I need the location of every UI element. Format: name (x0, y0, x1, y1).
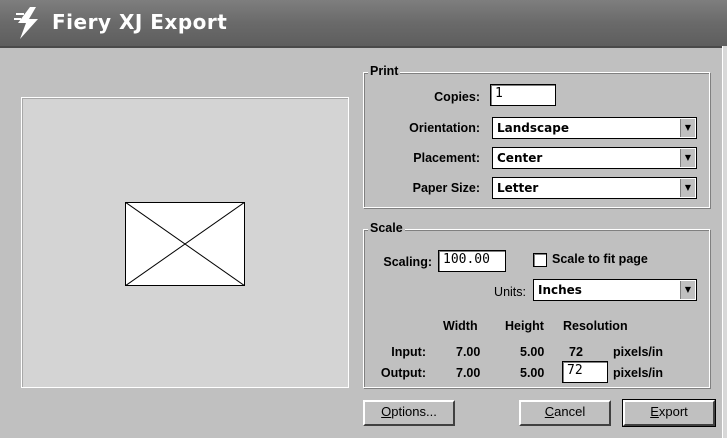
export-button[interactable]: Export (622, 399, 716, 427)
output-resolution-unit: pixels/in (613, 366, 664, 380)
units-value: Inches (538, 283, 582, 297)
output-width: 7.00 (456, 366, 481, 380)
placement-label: Placement: (413, 151, 480, 165)
options-mnemonic: O (381, 404, 392, 419)
orientation-select[interactable]: Landscape ▼ (492, 117, 697, 139)
input-row-label: Input: (391, 345, 426, 359)
scale-to-fit-checkbox[interactable] (533, 253, 547, 267)
placement-select[interactable]: Center ▼ (492, 147, 697, 169)
width-header: Width (443, 319, 478, 333)
units-label: Units: (494, 285, 526, 299)
cancel-label: ancel (554, 404, 586, 419)
chevron-down-icon[interactable]: ▼ (680, 281, 695, 299)
output-row-label: Output: (380, 366, 426, 380)
input-resolution-unit: pixels/in (613, 345, 664, 359)
window-title: Fiery XJ Export (52, 10, 228, 34)
orientation-label: Orientation: (409, 121, 480, 135)
paper-size-value: Letter (497, 181, 539, 195)
orientation-value: Landscape (497, 121, 569, 135)
chevron-down-icon[interactable]: ▼ (680, 179, 695, 197)
cancel-mnemonic: C (544, 404, 555, 419)
scaling-label: Scaling: (383, 255, 432, 269)
cancel-button[interactable]: Cancel (519, 400, 611, 426)
placement-value: Center (497, 151, 543, 165)
copies-label: Copies: (434, 90, 480, 104)
paper-size-select[interactable]: Letter ▼ (492, 177, 697, 199)
print-group-label: Print (368, 64, 401, 78)
copies-input[interactable]: 1 (490, 84, 556, 106)
input-resolution: 72 (569, 345, 583, 359)
page-preview (21, 97, 349, 388)
scale-to-fit-label[interactable]: Scale to fit page (552, 252, 648, 266)
options-label: ptions... (391, 404, 437, 419)
chevron-down-icon[interactable]: ▼ (680, 119, 695, 137)
output-height: 5.00 (520, 366, 545, 380)
window-edge (722, 46, 727, 438)
export-mnemonic: E (650, 404, 659, 419)
scale-group-label: Scale (368, 221, 405, 235)
chevron-down-icon[interactable]: ▼ (680, 149, 695, 167)
input-width: 7.00 (456, 345, 481, 359)
lightning-bolt-icon (14, 7, 38, 39)
units-select[interactable]: Inches ▼ (533, 279, 697, 301)
resolution-header: Resolution (563, 319, 628, 333)
scaling-input[interactable]: 100.00 (438, 250, 506, 272)
preview-placeholder-icon (125, 202, 245, 286)
options-button[interactable]: Options... (363, 400, 455, 426)
export-label: xport (658, 404, 688, 419)
input-height: 5.00 (520, 345, 545, 359)
height-header: Height (505, 319, 544, 333)
paper-size-label: Paper Size: (412, 181, 480, 195)
output-resolution-input[interactable]: 72 (562, 361, 608, 383)
title-bar: Fiery XJ Export (0, 0, 727, 48)
